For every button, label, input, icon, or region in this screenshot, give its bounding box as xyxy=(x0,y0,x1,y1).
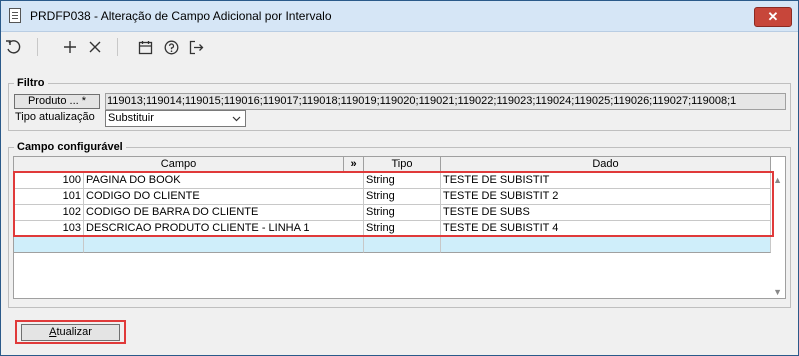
help-icon[interactable] xyxy=(161,37,181,57)
table-cell-dado[interactable]: TESTE DE SUBISTIT xyxy=(441,173,771,189)
tipo-atualizacao-value: Substituir xyxy=(108,112,154,124)
exit-icon[interactable] xyxy=(186,37,206,57)
atualizar-button[interactable]: Atualizar xyxy=(21,324,120,341)
delete-icon[interactable] xyxy=(85,37,105,57)
table-cell-tipo[interactable]: String xyxy=(364,205,441,221)
new-row-cell[interactable] xyxy=(364,237,441,253)
expand-columns-button[interactable]: » xyxy=(344,157,364,172)
toolbar xyxy=(1,32,798,62)
window-title: PRDFP038 - Alteração de Campo Adicional … xyxy=(30,9,332,23)
close-button[interactable]: ✕ xyxy=(754,7,792,27)
filtro-legend: Filtro xyxy=(14,77,48,89)
table-cell-dado[interactable]: TESTE DE SUBISTIT 4 xyxy=(441,221,771,237)
app-window: PRDFP038 - Alteração de Campo Adicional … xyxy=(0,0,799,356)
calendar-icon[interactable] xyxy=(135,37,155,57)
document-icon xyxy=(9,8,21,23)
table-cell-name[interactable]: CODIGO DO CLIENTE xyxy=(84,189,364,205)
table-cell-id[interactable]: 103 xyxy=(14,221,84,237)
toolbar-separator xyxy=(37,38,38,56)
table-cell-name[interactable]: DESCRICAO PRODUTO CLIENTE - LINHA 1 xyxy=(84,221,364,237)
new-row-cell[interactable] xyxy=(441,237,771,253)
table-cell-id[interactable]: 102 xyxy=(14,205,84,221)
table-cell-id[interactable]: 101 xyxy=(14,189,84,205)
table-cell-tipo[interactable]: String xyxy=(364,221,441,237)
refresh-icon[interactable] xyxy=(3,37,23,57)
title-bar: PRDFP038 - Alteração de Campo Adicional … xyxy=(1,1,798,32)
produto-button[interactable]: Produto ... * xyxy=(14,94,100,109)
table-cell-name[interactable]: PAGINA DO BOOK xyxy=(84,173,364,189)
scroll-up-icon[interactable]: ▲ xyxy=(773,175,782,185)
table-cell-tipo[interactable]: String xyxy=(364,173,441,189)
column-header-dado[interactable]: Dado xyxy=(441,157,771,172)
campos-grid: Campo » Tipo Dado 100 PAGINA DO BOOK Strin… xyxy=(13,156,786,299)
table-cell-name[interactable]: CODIGO DE BARRA DO CLIENTE xyxy=(84,205,364,221)
column-header-tipo[interactable]: Tipo xyxy=(364,157,441,172)
table-cell-tipo[interactable]: String xyxy=(364,189,441,205)
add-icon[interactable] xyxy=(60,37,80,57)
new-row-cell[interactable] xyxy=(84,237,364,253)
column-header-campo[interactable]: Campo xyxy=(14,157,344,172)
chevron-down-icon xyxy=(232,111,241,131)
toolbar-separator xyxy=(117,38,118,56)
new-row-cell[interactable] xyxy=(14,237,84,253)
scroll-down-icon[interactable]: ▼ xyxy=(773,287,782,297)
produto-values-field[interactable]: 119013;119014;119015;119016;119017;11901… xyxy=(105,93,786,110)
table-cell-dado[interactable]: TESTE DE SUBISTIT 2 xyxy=(441,189,771,205)
campo-legend: Campo configurável xyxy=(14,141,126,153)
tipo-atualizacao-select[interactable]: Substituir xyxy=(105,110,246,127)
tipo-atualizacao-label: Tipo atualização xyxy=(15,111,95,123)
table-cell-id[interactable]: 100 xyxy=(14,173,84,189)
table-cell-dado[interactable]: TESTE DE SUBS xyxy=(441,205,771,221)
